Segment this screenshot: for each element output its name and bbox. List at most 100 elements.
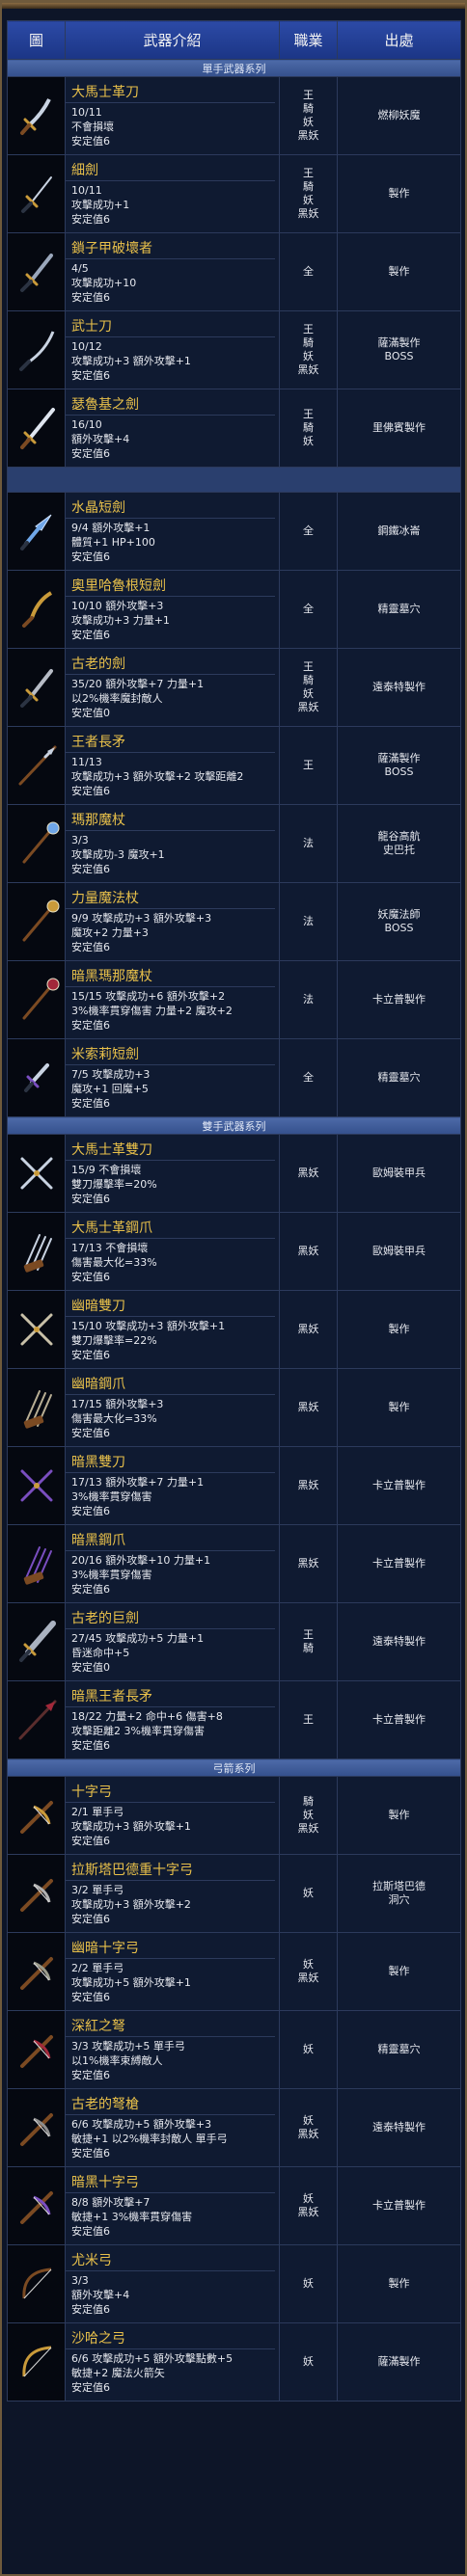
lastabad-crossbow-icon	[7, 1854, 66, 1933]
weapon-description: 瑟魯基之劍 16/10 額外攻擊+4 安定值6	[65, 389, 280, 468]
weapon-source: 卡立普製作	[337, 960, 461, 1039]
table-row: 古老的劍 35/20 額外攻擊+7 力量+1 以2%機率魔封敵人 安定值0 王騎妖黑妖 遠…	[7, 648, 461, 727]
weapon-description: 大馬士革刀 10/11 不會損壞 安定值6	[65, 76, 280, 155]
table-row: 武士刀 10/12 攻擊成功+3 額外攻擊+1 安定值6 王騎妖黑妖 薩滿製作 BOSS	[7, 310, 461, 389]
weapon-jobs: 黑妖	[279, 1290, 338, 1369]
weapon-stat: 攻擊成功+3 額外攻擊+1	[71, 1819, 191, 1833]
weapon-source: 製作	[337, 232, 461, 311]
header-icon: 圖	[7, 20, 66, 60]
weapon-stat: 攻擊成功+3 力量+1	[71, 613, 170, 627]
weapon-name: 古老的劍	[71, 656, 125, 672]
weapon-description: 鎖子甲破壞者 4/5 攻擊成功+10 安定值6	[65, 232, 280, 311]
weapon-jobs: 妖黑妖	[279, 1932, 338, 2011]
job-label: 妖	[303, 1887, 314, 1899]
table-row: 大馬士革雙刀 15/9 不會損壞 雙刀爆擊率=20% 安定值6 黑妖 歐姆裝甲兵	[7, 1134, 461, 1213]
table-row: 幽暗十字弓 2/2 單手弓 攻擊成功+5 額外攻擊+1 安定值6 妖黑妖 製作	[7, 1932, 461, 2011]
weapon-name: 深紅之弩	[71, 2018, 125, 2034]
weapon-source: 燃柳妖魔	[337, 76, 461, 155]
table-row: 古老的巨劍 27/45 攻擊成功+5 力量+1 昏迷命中+5 安定值0 王騎 遠泰特製作	[7, 1602, 461, 1681]
katana-icon	[7, 310, 66, 389]
table-row: 十字弓 2/1 單手弓 攻擊成功+3 額外攻擊+1 安定值6 騎妖黑妖 製作	[7, 1776, 461, 1855]
weapon-stat: 安定值6	[71, 446, 110, 460]
weapon-jobs: 妖	[279, 1854, 338, 1933]
short-dagger-icon	[7, 1038, 66, 1117]
table-row: 尤米弓 3/3 額外攻擊+4 安定值6 妖 製作	[7, 2244, 461, 2323]
weapon-source: 遠泰特製作	[337, 1602, 461, 1681]
weapon-name: 暗黑鋼爪	[71, 1532, 125, 1548]
thin-sword-icon	[7, 154, 66, 233]
weapon-stat: 安定值6	[71, 1426, 110, 1439]
ghost-claw-icon	[7, 1368, 66, 1447]
long-sword-icon	[7, 389, 66, 468]
weapon-stat: 安定值6	[71, 1270, 110, 1283]
job-label: 黑妖	[297, 1323, 319, 1335]
weapon-name: 大馬士革雙刀	[71, 1141, 152, 1158]
table-row: 暗黑鋼爪 20/16 額外攻擊+10 力量+1 3%機率貫穿傷害 安定值6 黑妖 卡立普製…	[7, 1524, 461, 1603]
section-header-row: 單手武器系列	[7, 59, 461, 77]
table-row: 暗黑王者長矛 18/22 力量+2 命中+6 傷害+8 攻擊距離2 3%機率貫穿傷害…	[7, 1680, 461, 1759]
table-row: 幽暗雙刀 15/10 攻擊成功+3 額外攻擊+1 雙刀爆擊率=22% 安定值6 黑妖 製作	[7, 1290, 461, 1369]
weapon-source: 遠泰特製作	[337, 648, 461, 727]
source-label: 洞穴	[388, 1893, 410, 1906]
weapon-name: 大馬士革鋼爪	[71, 1220, 152, 1236]
weapon-stat: 安定值6	[71, 2068, 110, 2081]
weapon-name: 十字弓	[71, 1784, 112, 1800]
weapon-description: 拉斯塔巴德重十字弓 3/2 單手弓 攻擊成功+3 額外攻擊+2 安定值6	[65, 1854, 280, 1933]
source-label: 卡立普製作	[372, 2199, 426, 2212]
job-label: 黑妖	[297, 129, 319, 142]
weapon-jobs: 黑妖	[279, 1446, 338, 1525]
weapon-table: 圖 武器介紹 職業 出處 單手武器系列 大馬士革刀 10/11 不會損壞 安定值6 王騎妖…	[7, 20, 461, 2402]
job-label: 黑妖	[297, 2128, 319, 2140]
weapon-stat: 3/3	[71, 2273, 89, 2287]
weapon-stat: 安定值6	[71, 2224, 110, 2238]
job-label: 王	[303, 167, 314, 179]
source-label: 精靈墓穴	[377, 2043, 421, 2055]
weapon-stat: 安定值6	[71, 862, 110, 875]
job-label: 妖	[303, 116, 314, 128]
weapon-stat: 3%機率貫穿傷害 力量+2 魔攻+2	[71, 1004, 233, 1017]
weapon-stat: 攻擊成功-3 魔攻+1	[71, 847, 165, 861]
source-label: 燃柳妖魔	[377, 109, 421, 121]
weapon-jobs: 全	[279, 1038, 338, 1117]
table-row: 水晶短劍 9/4 額外攻擊+1 體質+1 HP+100 安定值6 全 鋼鐵冰崙	[7, 492, 461, 571]
job-label: 黑妖	[297, 1557, 319, 1570]
weapon-stat: 2/1 單手弓	[71, 1805, 124, 1818]
job-label: 騎	[303, 1795, 314, 1808]
weapon-jobs: 王騎	[279, 1602, 338, 1681]
weapon-stat: 3/3	[71, 833, 89, 846]
source-label: 製作	[388, 2277, 410, 2290]
weapon-stat: 3%機率貫穿傷害	[71, 1489, 152, 1503]
weapon-stat: 額外攻擊+4	[71, 2288, 130, 2301]
source-label: 薩滿製作	[377, 2355, 421, 2368]
weapon-source: 精靈墓穴	[337, 570, 461, 649]
source-label: 製作	[388, 1965, 410, 1977]
weapon-name: 拉斯塔巴德重十字弓	[71, 1862, 193, 1878]
job-label: 妖	[303, 2192, 314, 2205]
weapon-stat: 安定值6	[71, 1582, 110, 1596]
weapon-stat: 攻擊成功+5 額外攻擊+1	[71, 1975, 191, 1989]
weapon-stat: 安定值6	[71, 134, 110, 148]
job-label: 黑妖	[297, 1401, 319, 1413]
table-row: 大馬士革刀 10/11 不會損壞 安定值6 王騎妖黑妖 燃柳妖魔	[7, 76, 461, 155]
weapon-name: 大馬士革刀	[71, 84, 139, 100]
job-label: 法	[303, 837, 314, 849]
weapon-stat: 35/20 額外攻擊+7 力量+1	[71, 677, 205, 690]
weapon-source: 薩滿製作 BOSS	[337, 310, 461, 389]
job-label: 全	[303, 603, 314, 615]
job-label: 黑妖	[297, 701, 319, 713]
weapon-stat: 11/13	[71, 755, 102, 768]
weapon-source: 歐姆裝甲兵	[337, 1212, 461, 1291]
weapon-description: 深紅之弩 3/3 攻擊成功+5 單手弓 以1%機率束縛敵人 安定值6	[65, 2010, 280, 2089]
section-divider-row	[7, 467, 461, 493]
weapon-source: 拉斯塔巴德 洞穴	[337, 1854, 461, 1933]
weapon-description: 細劍 10/11 攻擊成功+1 安定值6	[65, 154, 280, 233]
old-sword-icon	[7, 648, 66, 727]
weapon-name: 米索莉短劍	[71, 1046, 139, 1062]
source-label: 薩滿製作	[377, 336, 421, 349]
source-label: 薩滿製作	[377, 752, 421, 765]
section-title: 雙手武器系列	[7, 1116, 461, 1135]
section-divider	[7, 467, 461, 493]
dark-spear-icon	[7, 1680, 66, 1759]
weapon-stat: 9/9 攻擊成功+3 額外攻擊+3	[71, 911, 212, 925]
section-header-row: 弓箭系列	[7, 1758, 461, 1777]
